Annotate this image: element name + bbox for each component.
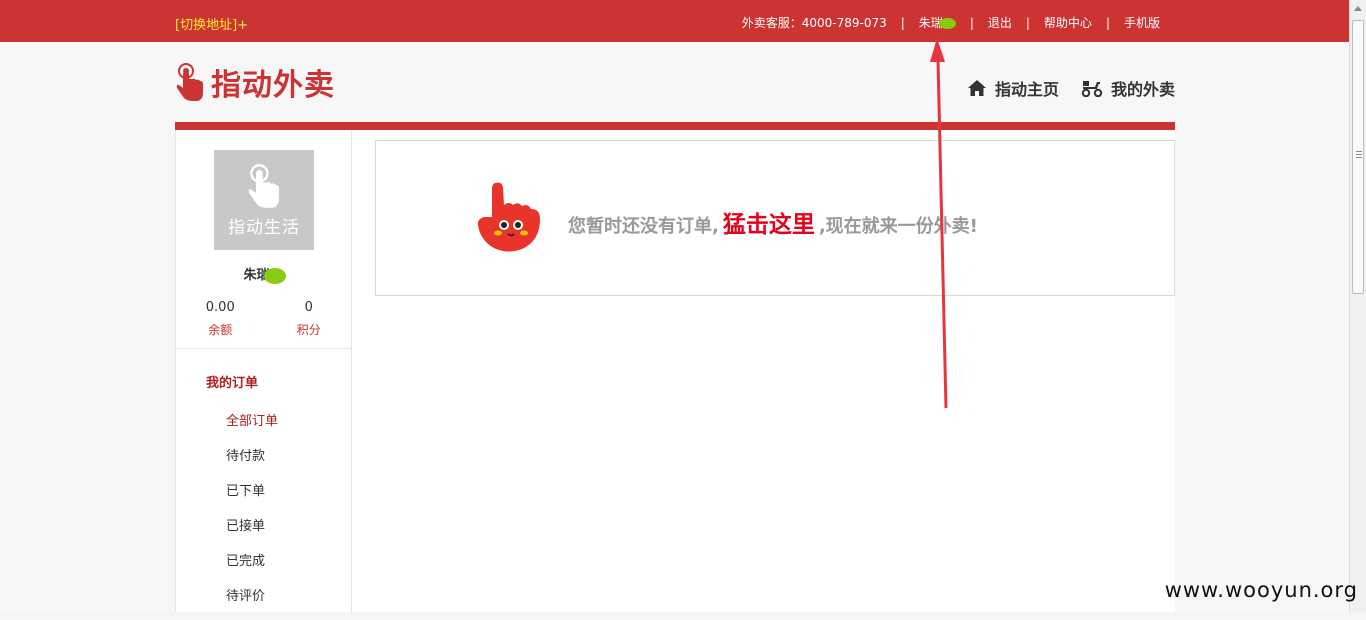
tap-hand-icon [246, 163, 282, 209]
top-bar: [切换地址]+ 外卖客服：4000-789-073 | 朱瑞 | 退出 | 帮助… [0, 0, 1349, 42]
menu-item-completed[interactable]: 已完成 [226, 550, 278, 585]
nav-my-takeout-label: 我的外卖 [1111, 76, 1175, 100]
menu-item-accepted[interactable]: 已接单 [226, 515, 278, 550]
points-link[interactable]: 积分 [265, 321, 354, 338]
notice-after: ,现在就来一份外卖! [819, 216, 978, 237]
balance-link[interactable]: 余额 [176, 321, 265, 338]
username: 朱瑞 [176, 264, 353, 284]
switch-address-link[interactable]: [切换地址]+ [175, 14, 248, 33]
empty-orders-notice: 您暂时还没有订单,猛击这里,现在就来一份外卖! [375, 140, 1175, 296]
order-menu: 全部订单 待付款 已下单 已接单 已完成 待评价 [226, 410, 278, 620]
cute-hand-icon [476, 179, 546, 255]
separator: | [901, 16, 905, 30]
notice-row: 您暂时还没有订单,猛击这里,现在就来一份外卖! [476, 179, 978, 255]
tap-hand-icon [175, 62, 205, 102]
top-links: 外卖客服：4000-789-073 | 朱瑞 | 退出 | 帮助中心 | 手机版 [742, 14, 1160, 31]
avatar[interactable]: 指动生活 [214, 150, 314, 250]
scroll-up-arrow-icon[interactable] [1354, 6, 1362, 11]
page-scrollbar[interactable] [1349, 0, 1366, 612]
separator: | [1106, 16, 1110, 30]
points-stat: 0 积分 [265, 300, 354, 338]
mobile-version-link[interactable]: 手机版 [1124, 14, 1160, 31]
order-now-link[interactable]: 猛击这里 [723, 212, 815, 238]
redaction-mark [939, 18, 956, 29]
watermark: www.wooyun.org [1165, 578, 1358, 602]
service-hotline: 外卖客服：4000-789-073 [742, 14, 887, 31]
main-content: 指动生活 朱瑞 0.00 余额 0 积分 我的订单 全部订单 待付款 已下单 已… [175, 130, 1175, 612]
header-nav: 指动主页 我的外卖 [945, 76, 1175, 100]
avatar-text: 指动生活 [228, 213, 300, 238]
notice-message: 您暂时还没有订单,猛击这里,现在就来一份外卖! [568, 205, 978, 239]
help-center-link[interactable]: 帮助中心 [1044, 14, 1092, 31]
menu-title: 我的订单 [206, 372, 258, 391]
balance-value: 0.00 [176, 300, 265, 315]
separator: | [1026, 16, 1030, 30]
nav-home-label: 指动主页 [995, 76, 1059, 100]
scooter-icon [1081, 79, 1103, 97]
menu-item-all-orders[interactable]: 全部订单 [226, 410, 278, 445]
user-sidebar: 指动生活 朱瑞 0.00 余额 0 积分 我的订单 全部订单 待付款 已下单 已… [175, 130, 352, 612]
separator: | [970, 16, 974, 30]
header-divider [175, 122, 1175, 130]
logout-link[interactable]: 退出 [988, 14, 1012, 31]
nav-my-takeout[interactable]: 我的外卖 [1081, 76, 1175, 100]
balance-stat: 0.00 余额 [176, 300, 265, 338]
account-stats: 0.00 余额 0 积分 [176, 300, 353, 338]
logo-text: 指动外卖 [211, 60, 335, 104]
menu-item-pending-payment[interactable]: 待付款 [226, 445, 278, 480]
points-value: 0 [265, 300, 354, 315]
scroll-grip-icon [1356, 151, 1362, 158]
nav-home[interactable]: 指动主页 [967, 76, 1059, 100]
menu-item-to-review[interactable]: 待评价 [226, 585, 278, 620]
sidebar-divider [176, 348, 352, 349]
username-link[interactable]: 朱瑞 [919, 14, 956, 31]
notice-before: 您暂时还没有订单, [568, 216, 719, 237]
home-icon [967, 79, 987, 97]
scroll-thumb[interactable] [1352, 20, 1364, 294]
site-logo[interactable]: 指动外卖 [175, 60, 335, 104]
menu-item-placed[interactable]: 已下单 [226, 480, 278, 515]
redaction-mark [264, 268, 286, 284]
